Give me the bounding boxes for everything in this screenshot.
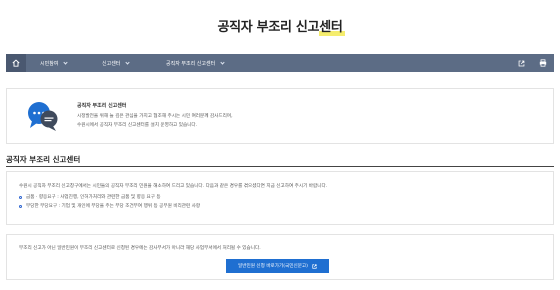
home-icon	[12, 59, 20, 67]
external-link-icon	[312, 263, 317, 269]
page-title: 공직자 부조리 신고센터	[217, 20, 343, 35]
list-item-text: 부당한 부당요구 : 기업 및 개인에 부당을 주는 부당 조건부여 행위 등 …	[26, 204, 201, 209]
button-label: 일반민원 신청 바로가기(국민신문고)	[238, 264, 308, 269]
intro-description-line: 시정발전을 위해 늘 깊은 관심을 가지고 협조해 주시는 시민 여러분께 감사…	[77, 114, 233, 119]
chevron-down-icon	[125, 59, 131, 65]
breadcrumb-label: 신고센터	[102, 60, 121, 67]
general-complaint-link-button[interactable]: 일반민원 신청 바로가기(국민신문고)	[226, 259, 329, 273]
print-icon	[539, 59, 547, 67]
intro-title: 공직자 부조리 신고센터	[77, 103, 127, 109]
intro-description: 시정발전을 위해 늘 깊은 관심을 가지고 협조해 주시는 시민 여러분께 감사…	[77, 112, 233, 130]
intro-box: 공직자 부조리 신고센터 시정발전을 위해 늘 깊은 관심을 가지고 협조해 주…	[6, 88, 554, 144]
list-item: 금품 · 향응요구 : 사업진행, 인허가처리와 관련한 금품 및 향응 요구 …	[19, 194, 161, 200]
chevron-down-icon	[220, 59, 225, 65]
content-paragraph: 수원시 공직자 부조리 신고창구에서는 시민들의 공직자 부조리 민원을 해소하…	[19, 184, 328, 189]
section-divider	[6, 166, 554, 167]
bullet-icon	[19, 204, 22, 208]
home-button[interactable]	[6, 54, 26, 72]
notice-box: 부조리 신고가 아닌 일반민원이 부조리 신고센터로 신청된 경우에는 감사부서…	[6, 234, 554, 280]
breadcrumb-label: 시민참여	[40, 60, 59, 67]
list-item: 부당한 부당요구 : 기업 및 개인에 부당을 주는 부당 조건부여 행위 등 …	[19, 203, 200, 209]
breadcrumb-label: 공직자 부조리 신고센터	[166, 60, 216, 67]
breadcrumb-item-citizen[interactable]: 시민참여	[26, 54, 88, 72]
breadcrumb-item-report[interactable]: 신고센터	[88, 54, 152, 72]
bullet-icon	[19, 195, 22, 199]
location-navbar: 시민참여 신고센터 공직자 부조리 신고센터	[6, 54, 554, 72]
content-box: 수원시 공직자 부조리 신고창구에서는 시민들의 공직자 부조리 민원을 해소하…	[6, 171, 554, 225]
page-header: 공직자 부조리 신고센터	[0, 16, 560, 36]
share-icon	[518, 60, 524, 66]
breadcrumb-item-corruption[interactable]: 공직자 부조리 신고센터	[152, 54, 262, 72]
print-button[interactable]	[532, 54, 554, 72]
chevron-down-icon	[63, 59, 69, 65]
section-title: 공직자 부조리 신고센터	[6, 155, 81, 164]
notice-text: 부조리 신고가 아닌 일반민원이 부조리 신고센터로 신청된 경우에는 감사부서…	[19, 246, 261, 251]
list-item-text: 금품 · 향응요구 : 사업진행, 인허가처리와 관련한 금품 및 향응 요구 …	[26, 195, 161, 200]
share-button[interactable]	[510, 54, 532, 72]
page-title-container: 공직자 부조리 신고센터	[217, 16, 345, 36]
intro-description-line: 수원시에서 공직자 부조리 신고센터를 설치 운영하고 있습니다.	[77, 123, 198, 128]
chat-bubbles-icon	[28, 102, 58, 131]
